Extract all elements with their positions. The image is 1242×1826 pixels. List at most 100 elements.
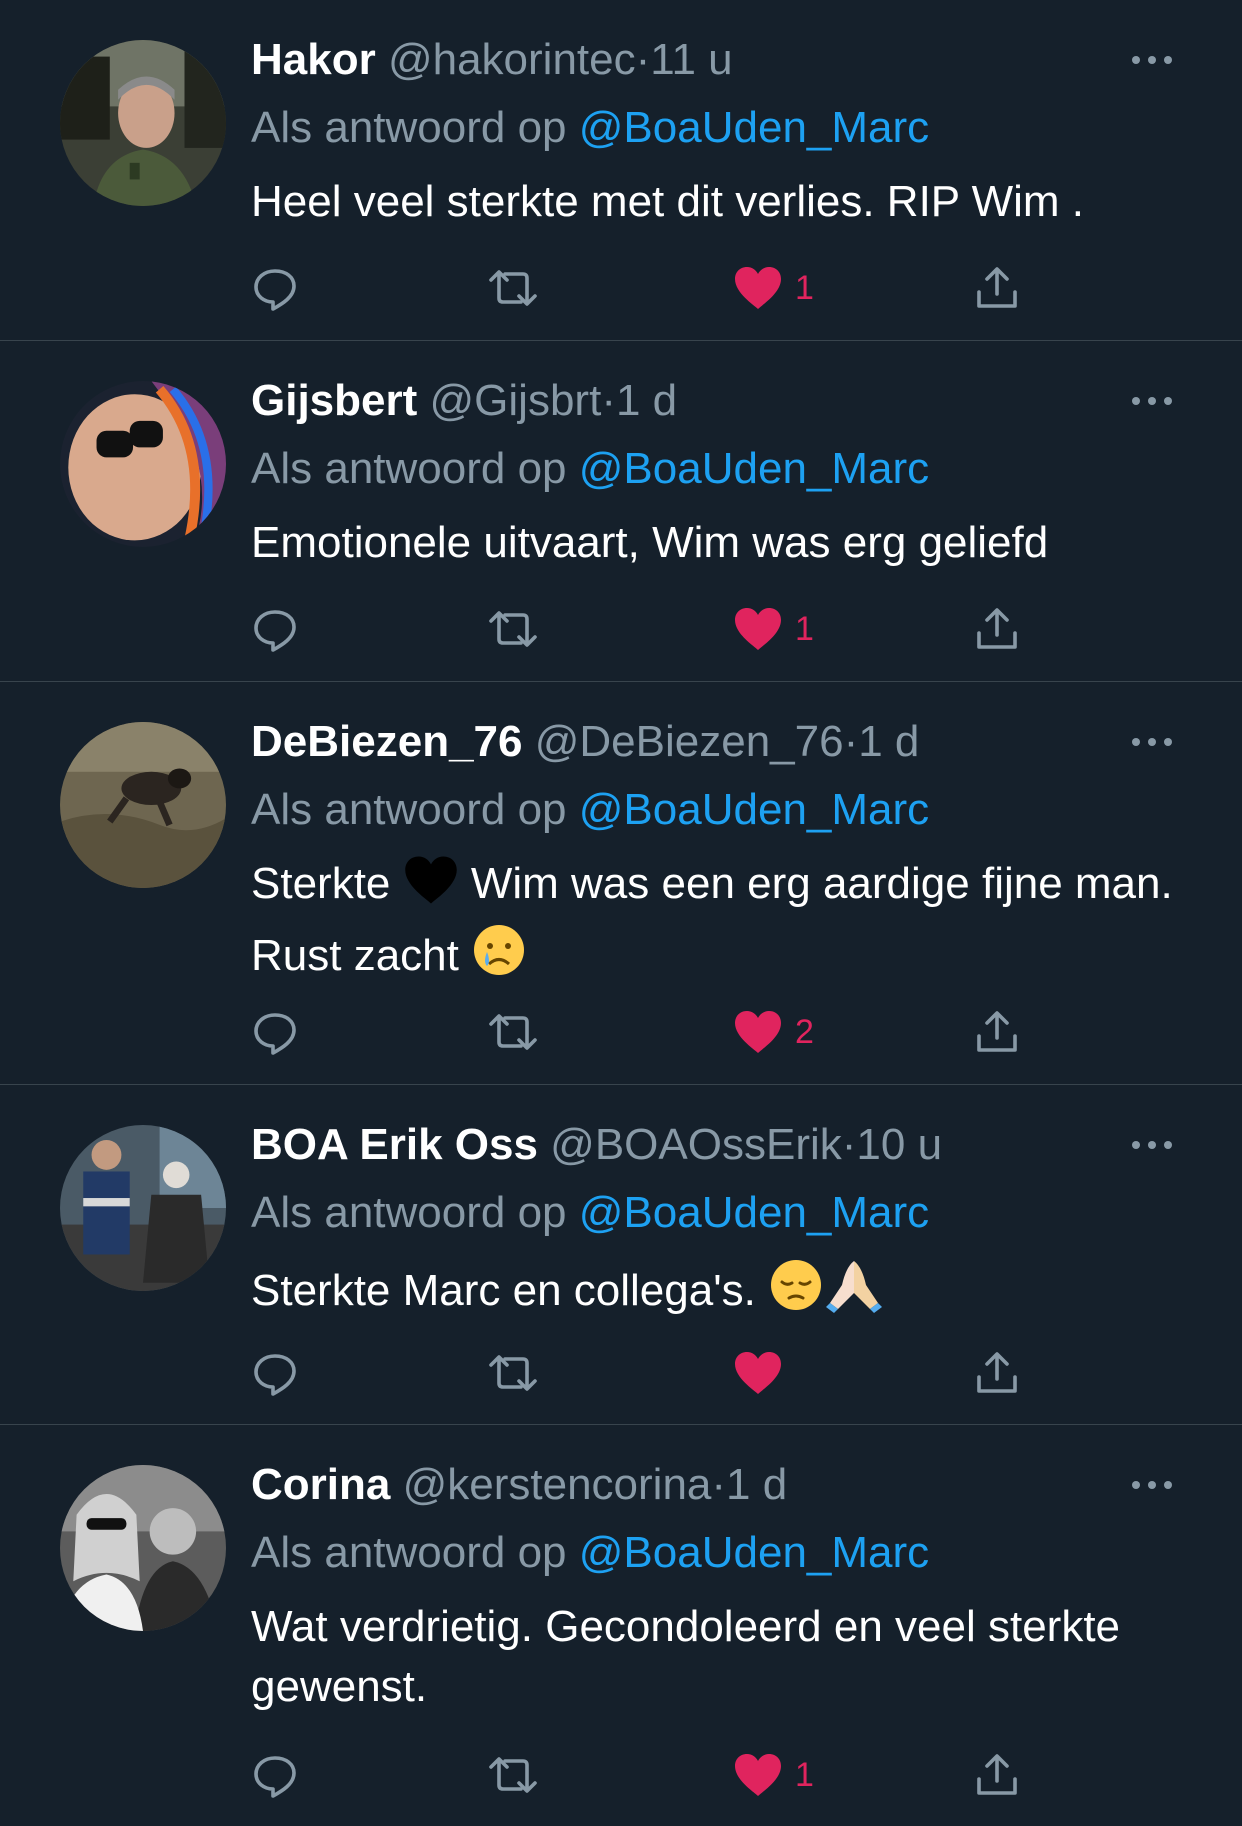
tweet[interactable]: Corina @kerstencorina·1 d Als antwoord o… — [0, 1425, 1242, 1826]
share-button[interactable] — [973, 1745, 1021, 1805]
tweet-text: Emotionele uitvaart, Wim was erg geliefd — [251, 513, 1182, 573]
mention-link[interactable]: @BoaUden_Marc — [579, 103, 929, 152]
share-button[interactable] — [973, 258, 1021, 318]
author-name[interactable]: DeBiezen_76 — [251, 717, 522, 766]
reply-feed: Hakor @hakorintec · 11 u Als antwoord op @… — [0, 0, 1242, 1826]
retweet-button[interactable] — [483, 1745, 543, 1805]
retweet-button[interactable] — [483, 258, 543, 318]
heart-icon — [735, 267, 781, 309]
tweet[interactable]: BOA Erik Oss @BOAOssErik·10 u Als antwoo… — [0, 1085, 1242, 1425]
avatar-man-in-car-photo — [60, 40, 226, 206]
like-count: 2 — [795, 1012, 814, 1051]
timestamp[interactable]: 1 d — [858, 717, 919, 766]
reply-button[interactable] — [251, 1002, 299, 1062]
author-handle[interactable]: @Gijsbrt — [430, 376, 602, 425]
share-button[interactable] — [973, 1002, 1021, 1062]
avatar[interactable] — [60, 1125, 226, 1291]
retweet-button[interactable] — [483, 1002, 543, 1062]
like-button[interactable]: 1 — [733, 258, 814, 318]
like-button[interactable] — [733, 1343, 795, 1403]
retweet-button[interactable] — [483, 599, 543, 659]
author-handle[interactable]: @BOAOssErik — [550, 1120, 842, 1169]
tweet-text-part: Emotionele uitvaart, Wim was erg geliefd — [251, 518, 1049, 567]
action-bar: 1 — [251, 599, 1031, 659]
replying-prefix: Als antwoord op — [251, 1528, 567, 1577]
replying-prefix: Als antwoord op — [251, 444, 567, 493]
replying-to: Als antwoord op @BoaUden_Marc — [251, 1527, 1182, 1579]
author-handle[interactable]: @hakorintec — [388, 35, 636, 84]
more-options-icon[interactable] — [1122, 1459, 1182, 1511]
like-button[interactable]: 1 — [733, 1745, 814, 1805]
author-handle[interactable]: @kerstencorina — [403, 1460, 712, 1509]
heart-icon — [735, 1011, 781, 1053]
reply-icon — [254, 610, 296, 652]
mention-link[interactable]: @BoaUden_Marc — [579, 785, 929, 834]
avatar-officers-photo — [60, 1125, 226, 1291]
reply-icon — [254, 1354, 296, 1396]
avatar[interactable] — [60, 40, 226, 206]
share-button[interactable] — [973, 1343, 1021, 1403]
separator-dot: · — [601, 376, 616, 425]
more-options-icon[interactable] — [1122, 1119, 1182, 1171]
like-count: 1 — [795, 268, 814, 307]
share-icon — [977, 1011, 1017, 1052]
replying-to: Als antwoord op @BoaUden_Marc — [251, 102, 1182, 154]
tweet-text: Wat verdrietig. Gecondoleerd en veel ste… — [251, 1597, 1182, 1717]
mention-link[interactable]: @BoaUden_Marc — [579, 444, 929, 493]
more-options-icon[interactable] — [1122, 34, 1182, 86]
like-button[interactable]: 1 — [733, 599, 814, 659]
tweet-text: Sterkte Wim was een erg aardige fijne ma… — [251, 854, 1182, 994]
timestamp[interactable]: 1 d — [616, 376, 677, 425]
reply-button[interactable] — [251, 258, 299, 318]
heart-icon — [735, 608, 781, 650]
timestamp[interactable]: 11 u — [650, 35, 732, 84]
avatar[interactable] — [60, 722, 226, 888]
black-heart-emoji — [403, 854, 459, 922]
like-count: 1 — [795, 609, 814, 648]
heart-icon — [735, 1754, 781, 1796]
share-button[interactable] — [973, 599, 1021, 659]
tweet-content: Corina @kerstencorina·1 d Als antwoord o… — [251, 1459, 1182, 1717]
reply-button[interactable] — [251, 1343, 299, 1403]
tweet[interactable]: DeBiezen_76 @DeBiezen_76·1 d Als antwoor… — [0, 682, 1242, 1085]
reply-button[interactable] — [251, 599, 299, 659]
timestamp[interactable]: 1 d — [726, 1460, 787, 1509]
avatar-couple-bw-photo — [60, 1465, 226, 1631]
retweet-icon — [489, 270, 537, 306]
action-bar — [251, 1343, 1031, 1403]
like-button[interactable]: 2 — [733, 1002, 814, 1062]
retweet-button[interactable] — [483, 1343, 543, 1403]
avatar[interactable] — [60, 381, 226, 547]
timestamp[interactable]: 10 u — [856, 1120, 942, 1169]
tweet-text-part: Sterkte — [251, 859, 403, 908]
tweet-text-part: Heel veel sterkte met dit verlies. RIP W… — [251, 177, 1084, 226]
tweet-content: BOA Erik Oss @BOAOssErik·10 u Als antwoo… — [251, 1119, 1182, 1329]
separator-dot: · — [843, 717, 859, 766]
author-name[interactable]: Gijsbert — [251, 376, 417, 425]
author-handle[interactable]: @DeBiezen_76 — [535, 717, 844, 766]
tweet-header: BOA Erik Oss @BOAOssErik·10 u — [251, 1119, 1182, 1171]
more-options-icon[interactable] — [1122, 716, 1182, 768]
mention-link[interactable]: @BoaUden_Marc — [579, 1188, 929, 1237]
author-name[interactable]: BOA Erik Oss — [251, 1120, 538, 1169]
tweet[interactable]: Gijsbert @Gijsbrt·1 d Als antwoord op @B… — [0, 341, 1242, 682]
retweet-icon — [489, 611, 537, 647]
folded-hands-emoji — [824, 1257, 884, 1329]
tweet-header: Gijsbert @Gijsbrt·1 d — [251, 375, 1182, 427]
retweet-icon — [489, 1355, 537, 1391]
tweet[interactable]: Hakor @hakorintec·11 u Als antwoord op @… — [0, 0, 1242, 341]
tweet-text: Sterkte Marc en collega's. — [251, 1257, 1182, 1329]
crying-face-emoji — [471, 922, 527, 994]
reply-icon — [254, 1013, 296, 1055]
avatar[interactable] — [60, 1465, 226, 1631]
replying-prefix: Als antwoord op — [251, 785, 567, 834]
tweet-header: Corina @kerstencorina·1 d — [251, 1459, 1182, 1511]
author-name[interactable]: Hakor — [251, 35, 376, 84]
tweet-text-part: Sterkte Marc en collega's. — [251, 1266, 769, 1315]
replying-to: Als antwoord op @BoaUden_Marc — [251, 784, 1182, 836]
replying-to: Als antwoord op @BoaUden_Marc — [251, 443, 1182, 495]
author-name[interactable]: Corina — [251, 1460, 390, 1509]
more-options-icon[interactable] — [1122, 375, 1182, 427]
reply-button[interactable] — [251, 1745, 299, 1805]
mention-link[interactable]: @BoaUden_Marc — [579, 1528, 929, 1577]
